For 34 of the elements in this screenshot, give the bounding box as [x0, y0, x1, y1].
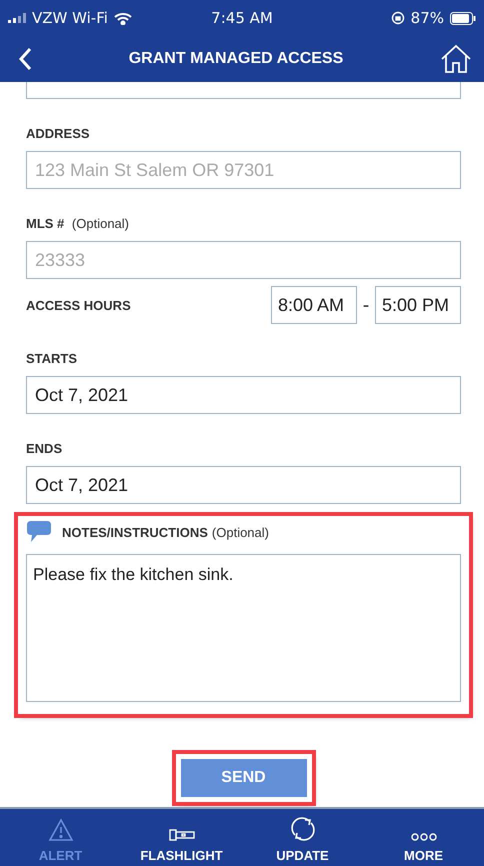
rotation-lock-icon — [390, 11, 405, 25]
screen-title: GRANT MANAGED ACCESS — [128, 50, 344, 68]
tab-item[interactable]: MORE — [363, 809, 484, 866]
input-field[interactable] — [26, 82, 461, 99]
input-field[interactable]: 23333 — [26, 241, 461, 279]
input-field[interactable]: 123 Main St Salem OR 97301 — [26, 151, 461, 189]
flashlight-icon — [168, 828, 196, 842]
range-separator: - — [362, 294, 370, 316]
battery-icon — [450, 12, 476, 24]
date-field[interactable]: Oct 7, 2021 — [26, 466, 461, 504]
date-field[interactable]: Oct 7, 2021 — [26, 376, 461, 414]
time-field[interactable]: 8:00 AM — [271, 286, 357, 324]
tab-item[interactable]: FLASHLIGHT — [121, 809, 242, 866]
speech-bubble-icon — [26, 520, 52, 544]
field-label: NOTES/INSTRUCTIONS — [62, 524, 208, 540]
field-label: ACCESS HOURS — [26, 298, 132, 312]
more-icon — [410, 832, 436, 842]
field-label: STARTS — [26, 351, 78, 366]
refresh-icon — [290, 816, 316, 842]
tab-item[interactable]: UPDATE — [242, 809, 363, 866]
field-label: MLS # (Optional) — [26, 216, 130, 231]
back-icon[interactable] — [18, 47, 32, 71]
carrier-name: VZW Wi-Fi — [32, 9, 108, 27]
signal-icon — [8, 13, 26, 23]
wifi-icon — [114, 12, 132, 24]
time-field[interactable]: 5:00 PM — [375, 286, 461, 324]
home-icon[interactable] — [440, 44, 472, 74]
field-label: ENDS — [26, 441, 64, 456]
optional-note: (Optional) — [212, 524, 269, 540]
field-label: ADDRESS — [26, 126, 91, 141]
notes-field[interactable]: Please fix the kitchen sink. — [26, 554, 461, 702]
battery-percent: 87% — [410, 9, 444, 27]
warning-icon — [48, 818, 74, 842]
clock: 7:45 AM — [211, 9, 273, 27]
